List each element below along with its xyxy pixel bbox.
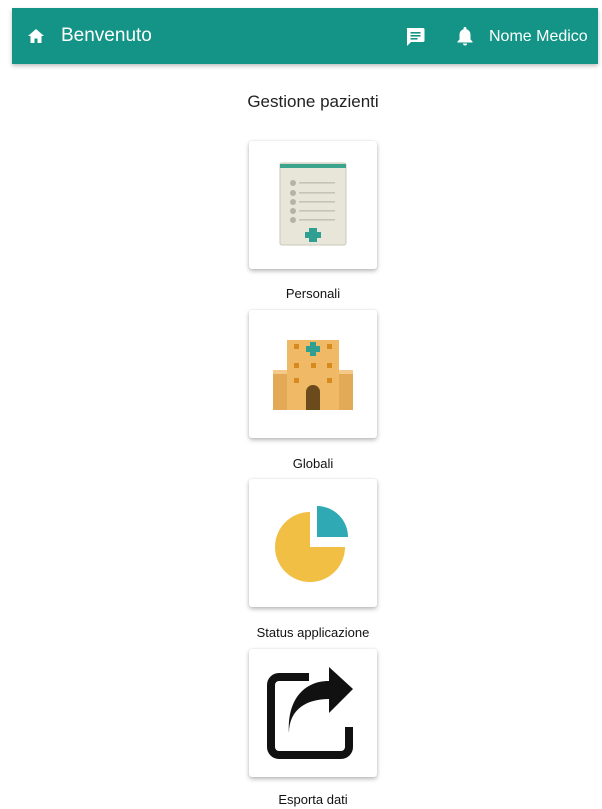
- chat-icon: [406, 28, 425, 46]
- page: Benvenuto Nome Medico Gestione pazienti: [0, 0, 602, 809]
- tile-esporta-dati[interactable]: [249, 649, 377, 777]
- tile-label-globali: Globali: [292, 456, 334, 471]
- home-button[interactable]: [26, 26, 46, 46]
- tile-label-personali: Personali: [285, 286, 341, 301]
- notifications-button[interactable]: [455, 25, 475, 47]
- tile-label-esporta-dati: Esporta dati: [278, 792, 348, 807]
- patient-record-icon: [279, 162, 347, 246]
- tile-status-applicazione[interactable]: [249, 479, 377, 607]
- hospital-icon: [273, 340, 353, 410]
- tile-label-status-applicazione: Status applicazione: [256, 625, 370, 640]
- bell-icon: [457, 27, 473, 46]
- page-title: Benvenuto: [61, 25, 152, 46]
- home-icon: [28, 29, 44, 43]
- share-export-icon: [267, 667, 353, 759]
- chat-button[interactable]: [404, 26, 426, 48]
- pie-chart-icon: [275, 506, 348, 582]
- top-app-bar: Benvenuto Nome Medico: [12, 8, 598, 64]
- user-menu[interactable]: Nome Medico: [489, 26, 588, 48]
- tile-globali[interactable]: [249, 310, 377, 438]
- section-title: Gestione pazienti: [247, 92, 379, 111]
- tile-personali[interactable]: [249, 141, 377, 269]
